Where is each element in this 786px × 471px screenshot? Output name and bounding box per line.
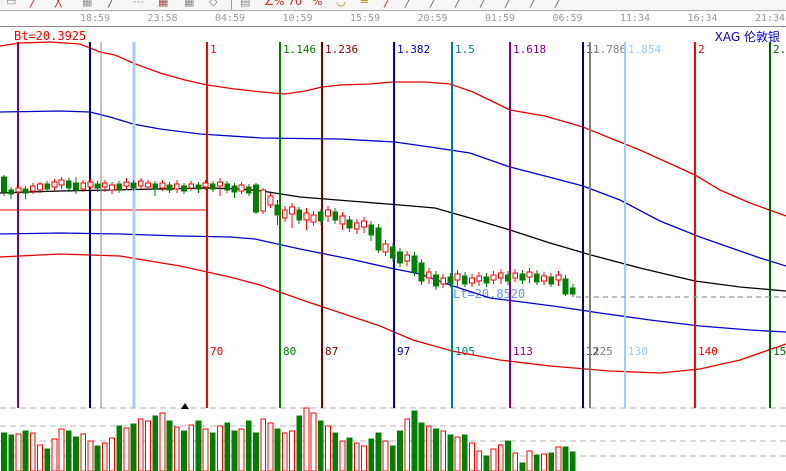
time-axis: 18:59 23:58 04:59 10:59 15:59 20:59 01:59 06:59… bbox=[0, 11, 786, 27]
gann-fan-tool-icon[interactable]: ≚ bbox=[360, 0, 369, 9]
scroll-position-marker[interactable] bbox=[181, 403, 189, 409]
time-tick-label: 23:58 bbox=[147, 13, 177, 24]
crossline-tool-icon[interactable]: ╳ bbox=[55, 0, 62, 9]
symbol-label: XAG 伦敦银 bbox=[715, 28, 780, 45]
pen-tool-icon[interactable]: ╱ bbox=[108, 0, 115, 9]
line-tool-icon-3[interactable]: ╱ bbox=[455, 0, 462, 9]
time-tick-label: 20:59 bbox=[417, 13, 447, 24]
time-tick-label: 04:59 bbox=[215, 13, 245, 24]
bt-indicator-value-label: Bt=20.3925 bbox=[14, 29, 86, 43]
time-tick-label: 01:59 bbox=[485, 13, 515, 24]
select-tool-icon[interactable]: ▭ bbox=[6, 0, 16, 9]
angle-percent-tool-icon[interactable]: ∠% bbox=[264, 0, 284, 9]
time-tick-label: 18:59 bbox=[80, 13, 110, 24]
trading-app-window: ▭ ╱ ╳ ▦ ╱ ⋯ ▦ ▦ ◇ ▤ ∠% 70% ◡ ≚ ╱ ╱ ╱ ╱ ╱ ╱ ╱ ╱ 18:59 23:58 04:5… bbox=[0, 0, 786, 471]
ray-tool-icon[interactable]: ╱ bbox=[384, 0, 391, 9]
trendline-tool-icon[interactable]: ╱ bbox=[30, 0, 37, 9]
polygon-tool-icon[interactable]: ◇ bbox=[209, 0, 217, 9]
line-tool-icon-5[interactable]: ╱ bbox=[505, 0, 512, 9]
list-tool-icon[interactable]: ▤ bbox=[240, 0, 250, 9]
time-tick-label: 11:34 bbox=[620, 13, 650, 24]
time-tick-label: 21:34 bbox=[755, 13, 785, 24]
fib-grid-tool-icon[interactable]: ▦ bbox=[158, 0, 168, 9]
percent-retracement-tool-icon[interactable]: % bbox=[312, 0, 322, 9]
arc-tool-icon[interactable]: ◡ bbox=[336, 0, 346, 9]
volume-bars bbox=[2, 408, 576, 471]
line-tool-icon-1[interactable]: ╱ bbox=[405, 0, 412, 9]
line-tool-icon-7[interactable]: ╱ bbox=[555, 0, 562, 9]
line-tool-icon-6[interactable]: ╱ bbox=[530, 0, 537, 9]
time-tick-label: 06:59 bbox=[552, 13, 582, 24]
line-tool-icon-4[interactable]: ╱ bbox=[480, 0, 487, 9]
fib-time-zone-lines[interactable] bbox=[0, 42, 770, 408]
grid-tool-icon[interactable]: ▦ bbox=[82, 0, 92, 9]
toolbar-separator bbox=[231, 0, 232, 10]
time-tick-label: 16:34 bbox=[687, 13, 717, 24]
drawing-toolbar: ▭ ╱ ╳ ▦ ╱ ⋯ ▦ ▦ ◇ ▤ ∠% 70% ◡ ≚ ╱ ╱ ╱ ╱ ╱ ╱ ╱ ╱ bbox=[0, 0, 786, 11]
time-tick-label: 10:59 bbox=[282, 13, 312, 24]
price-chart-canvas[interactable] bbox=[0, 0, 786, 471]
fib-number-tool-icon[interactable]: 70 bbox=[288, 0, 302, 9]
dotted-line-tool-icon[interactable]: ⋯ bbox=[133, 0, 144, 9]
line-tool-icon-2[interactable]: ╱ bbox=[430, 0, 437, 9]
time-tick-label: 15:59 bbox=[350, 13, 380, 24]
table-tool-icon[interactable]: ▦ bbox=[184, 0, 194, 9]
